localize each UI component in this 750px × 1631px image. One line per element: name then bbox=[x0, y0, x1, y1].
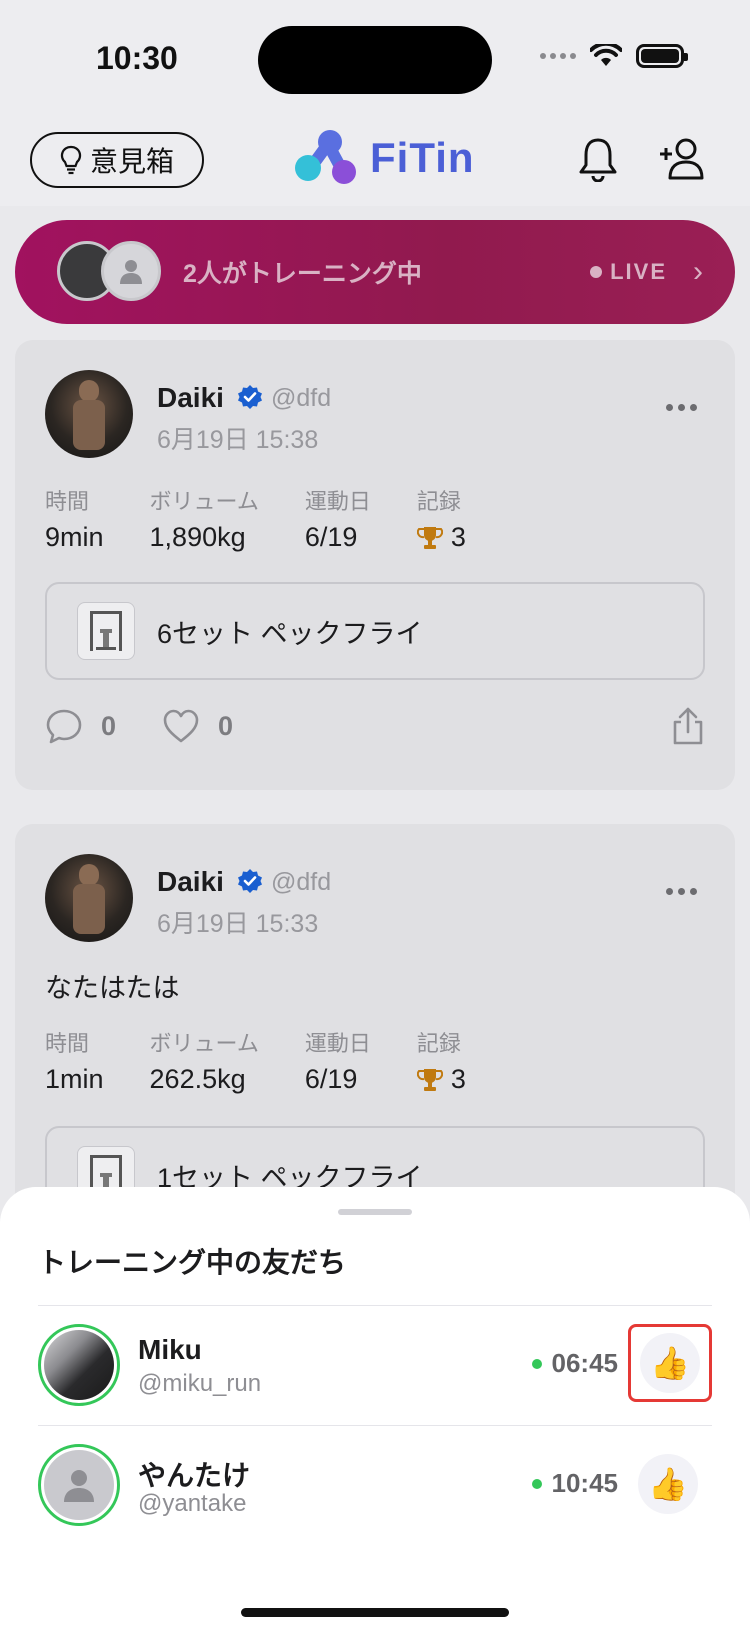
stat-records: 記録 3 bbox=[416, 1031, 466, 1094]
avatar[interactable] bbox=[38, 1324, 120, 1406]
more-options-icon[interactable] bbox=[666, 888, 697, 895]
post-author-handle: @dfd bbox=[271, 868, 332, 896]
sheet-title: トレーニング中の友だち bbox=[38, 1247, 347, 1278]
post-card[interactable]: Daiki @dfd 6月19日 15:33 なたはたは 時間 1min ボリュ… bbox=[15, 824, 735, 1224]
stat-workout-date: 運動日 6/19 bbox=[304, 489, 371, 552]
post-author-name[interactable]: Daiki bbox=[157, 382, 224, 414]
person-icon bbox=[120, 260, 142, 284]
live-banner-text: 2人がトレーニング中 bbox=[183, 260, 422, 288]
friend-name: やんたけ bbox=[138, 1460, 251, 1491]
avatar-photo bbox=[44, 1330, 114, 1400]
bell-icon[interactable] bbox=[578, 136, 618, 182]
stat-volume: ボリューム 1,890kg bbox=[149, 489, 259, 552]
trophy-icon bbox=[416, 1068, 443, 1091]
person-icon bbox=[64, 1470, 94, 1502]
post-actions: 0 0 bbox=[45, 706, 705, 746]
exercise-summary[interactable]: 6セット ペックフライ bbox=[45, 582, 705, 680]
feedback-label: 意見箱 bbox=[89, 146, 174, 177]
status-bar: 10:30 bbox=[0, 0, 750, 120]
like-count: 0 bbox=[218, 710, 234, 741]
thumbs-up-button[interactable]: 👍 bbox=[628, 1324, 712, 1402]
online-dot-icon bbox=[531, 1478, 542, 1489]
logo-mark-icon bbox=[295, 130, 356, 184]
machine-thumbnail-icon bbox=[77, 602, 135, 660]
friend-row[interactable]: Miku @miku_run 06:45 👍 bbox=[38, 1306, 712, 1424]
post-card[interactable]: Daiki @dfd 6月19日 15:38 時間 9min ボリューム 1,8… bbox=[15, 340, 735, 790]
logo-text: FiTin bbox=[370, 134, 475, 181]
stat-duration: 時間 1min bbox=[45, 1031, 104, 1094]
post-date: 6月19日 15:33 bbox=[157, 910, 319, 938]
training-time: 06:45 bbox=[551, 1348, 619, 1378]
avatar-placeholder bbox=[101, 241, 161, 301]
verified-badge-icon bbox=[238, 385, 262, 409]
wifi-icon bbox=[590, 44, 622, 66]
chevron-right-icon: › bbox=[693, 255, 703, 288]
live-avatars bbox=[39, 241, 161, 303]
post-author-handle: @dfd bbox=[271, 384, 332, 412]
status-time: 10:30 bbox=[96, 40, 178, 76]
record-count: 3 bbox=[450, 1064, 466, 1094]
more-options-icon[interactable] bbox=[666, 404, 697, 411]
avatar[interactable] bbox=[45, 370, 133, 458]
workout-stats: 時間 9min ボリューム 1,890kg 運動日 6/19 記録 3 bbox=[45, 484, 512, 553]
live-indicator: LIVE bbox=[590, 259, 667, 285]
training-time: 10:45 bbox=[551, 1468, 619, 1498]
battery-icon bbox=[636, 44, 688, 68]
avatar[interactable] bbox=[45, 854, 133, 942]
status-icons bbox=[540, 44, 688, 68]
feedback-button[interactable]: 意見箱 bbox=[30, 132, 204, 188]
thumbs-up-icon: 👍 bbox=[640, 1333, 700, 1393]
comment-count: 0 bbox=[101, 710, 117, 741]
post-author-name[interactable]: Daiki bbox=[157, 866, 224, 898]
stat-records: 記録 3 bbox=[416, 489, 466, 552]
trophy-icon bbox=[416, 526, 443, 549]
dynamic-island bbox=[258, 26, 492, 94]
live-training-banner[interactable]: 2人がトレーニング中 LIVE › bbox=[15, 220, 735, 324]
post-date: 6月19日 15:38 bbox=[157, 426, 319, 454]
friend-row[interactable]: やんたけ @yantake 10:45 👍 bbox=[38, 1426, 712, 1544]
app-logo: FiTin bbox=[294, 128, 475, 188]
training-duration: 10:45 bbox=[531, 1468, 619, 1499]
friend-handle: @miku_run bbox=[138, 1370, 262, 1397]
add-friend-icon[interactable] bbox=[658, 136, 706, 182]
live-dot-icon bbox=[590, 266, 603, 278]
avatar-placeholder bbox=[44, 1450, 114, 1520]
stat-workout-date: 運動日 6/19 bbox=[304, 1031, 371, 1094]
home-indicator[interactable] bbox=[241, 1608, 509, 1617]
verified-badge-icon bbox=[238, 869, 262, 893]
friend-name: Miku bbox=[138, 1334, 202, 1365]
lightbulb-icon bbox=[60, 145, 82, 175]
share-icon[interactable] bbox=[671, 706, 705, 746]
training-friends-sheet: トレーニング中の友だち Miku @miku_run 06:45 👍 やんたけ … bbox=[0, 1187, 750, 1631]
avatar[interactable] bbox=[38, 1444, 120, 1526]
online-dot-icon bbox=[531, 1358, 542, 1369]
thumbs-up-icon: 👍 bbox=[648, 1466, 688, 1502]
stat-duration: 時間 9min bbox=[45, 489, 104, 552]
training-duration: 06:45 bbox=[531, 1348, 619, 1379]
workout-stats: 時間 1min ボリューム 262.5kg 運動日 6/19 記録 3 bbox=[45, 1026, 512, 1095]
comment-icon bbox=[46, 709, 82, 744]
post-body-text: なたはたは bbox=[45, 973, 180, 1003]
signal-icon bbox=[540, 53, 576, 59]
stat-volume: ボリューム 262.5kg bbox=[149, 1031, 259, 1094]
like-button[interactable]: 0 bbox=[162, 708, 233, 744]
friend-handle: @yantake bbox=[138, 1490, 247, 1517]
sheet-grabber[interactable] bbox=[338, 1209, 412, 1215]
record-count: 3 bbox=[450, 522, 466, 552]
heart-icon bbox=[163, 709, 199, 743]
exercise-text: 6セット ペックフライ bbox=[157, 618, 423, 649]
live-label: LIVE bbox=[610, 259, 667, 284]
app-header: 意見箱 FiTin bbox=[0, 120, 750, 206]
comment-button[interactable]: 0 bbox=[45, 707, 116, 745]
thumbs-up-button[interactable]: 👍 bbox=[638, 1454, 698, 1514]
